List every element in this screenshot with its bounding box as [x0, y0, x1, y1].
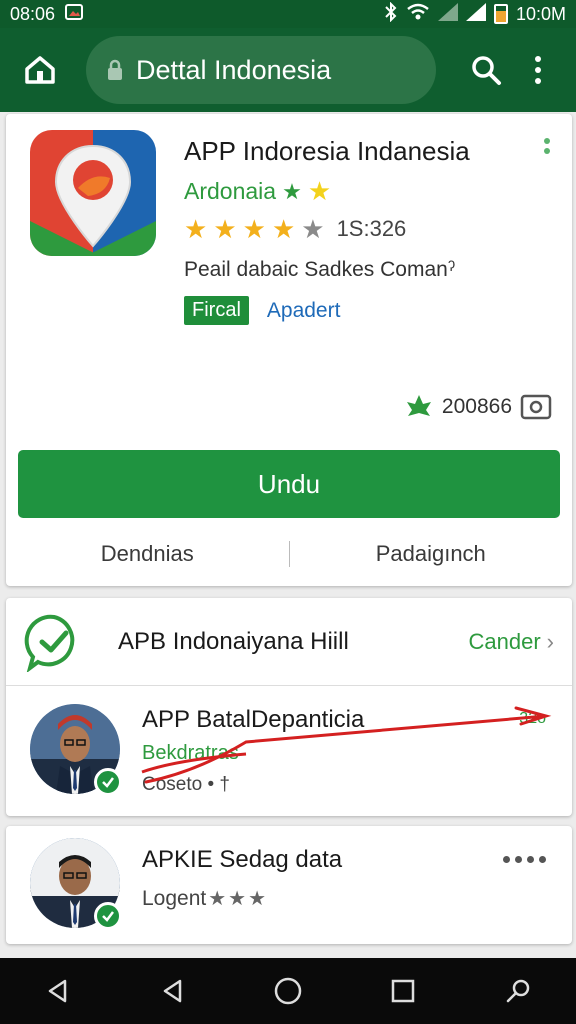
list-header-cta-label: Cander: [468, 628, 541, 654]
home-icon: [25, 56, 55, 84]
star-icon: ★: [242, 214, 266, 244]
related-list-card: APB Indonaiyana Hiill Cander › APP Batal…: [6, 598, 572, 816]
back-icon: [163, 979, 182, 1003]
verified-check-icon: [94, 902, 122, 930]
developer-link[interactable]: Ardonaia ★ ★: [184, 176, 331, 207]
lock-icon: [108, 59, 122, 80]
list-item-title[interactable]: APKIE Sedag data: [142, 846, 342, 874]
app-bar: Dettal Indonesia: [0, 28, 576, 112]
star-icon: ★: [208, 888, 227, 910]
recents-icon: [391, 979, 415, 1003]
downloads-count: 200866: [441, 395, 512, 418]
battery-icon: [493, 4, 508, 24]
list-item-subtitle: Logent ★ ★ ★: [142, 886, 266, 912]
avatar[interactable]: [30, 838, 122, 930]
more-vert-icon[interactable]: [528, 50, 548, 90]
verified-star-icon: ★: [282, 178, 302, 204]
search-icon: [472, 56, 501, 85]
verified-check-icon: [94, 768, 122, 796]
list-item-subtitle-text: Logent: [142, 887, 207, 910]
star-icon: ★: [271, 214, 296, 244]
list-header-row[interactable]: APB Indonaiyana Hiill Cander ›: [6, 598, 572, 686]
back-button[interactable]: [38, 971, 78, 1011]
search-icon: [507, 979, 530, 1003]
status-bar: 08:06 10:0M: [0, 0, 576, 28]
url-text: Dettal Indonesia: [136, 54, 332, 85]
signal-icon: [465, 2, 486, 26]
back-icon: [48, 979, 66, 1003]
home-circle-icon: [274, 977, 302, 1005]
downloads-stat: 200866: [404, 392, 552, 422]
chat-check-icon: [24, 614, 75, 672]
list-item-card: APKIE Sedag data Logent ★ ★ ★: [6, 826, 572, 944]
bluetooth-icon: [384, 1, 398, 27]
star-icon: ★: [228, 888, 247, 910]
list-item-meta: Coseto • †: [142, 774, 230, 795]
app-link[interactable]: Apadert: [267, 299, 341, 323]
rating-count: 1S:326: [336, 216, 407, 241]
app-title: APP Indoresia Indanesia: [184, 136, 470, 166]
card-more-icon[interactable]: [544, 138, 550, 154]
developer-name: Ardonaia: [184, 178, 277, 204]
list-item-corner: 32o: [519, 710, 546, 727]
list-item-title[interactable]: APP BatalDepanticia: [142, 706, 364, 734]
star-icon: ★: [301, 214, 325, 244]
rating-row: ★ ★ ★ ★ ★ 1S:326: [184, 216, 406, 242]
star-icon: ★: [184, 214, 208, 244]
badge-row: Fircal Apadert: [184, 296, 340, 325]
map-pin-icon: [54, 144, 132, 248]
search-button[interactable]: [466, 50, 506, 90]
gallery-icon: [65, 3, 84, 26]
screen-icon[interactable]: [520, 393, 552, 421]
url-bar[interactable]: Dettal Indonesia: [86, 36, 436, 104]
star-icon: ★: [248, 888, 267, 910]
assist-search-button[interactable]: [498, 971, 538, 1011]
status-time: 08:06: [10, 3, 56, 24]
home-button[interactable]: [18, 48, 62, 92]
status-clock: 10:0M: [515, 3, 566, 24]
star-icon: ★: [213, 214, 237, 244]
action-row: Dendnias Padaigınch: [6, 534, 572, 574]
home-nav-button[interactable]: [268, 971, 308, 1011]
more-horiz-icon[interactable]: [503, 856, 546, 863]
back-button-2[interactable]: [153, 971, 193, 1011]
leaf-icon: [406, 395, 431, 416]
app-icon[interactable]: [30, 130, 156, 256]
star-icon: ★: [307, 176, 332, 206]
avatar[interactable]: [30, 704, 122, 796]
chevron-right-icon: ›: [546, 628, 554, 654]
list-item-subtitle: Bekdratras: [142, 742, 239, 764]
app-description: Peail dabaic Sadkes Comanˀ: [184, 258, 456, 281]
list-header-title: APB Indonaiyana Hiill: [118, 627, 349, 655]
system-nav-bar: [0, 958, 576, 1024]
list-header-cta[interactable]: Cander ›: [469, 629, 554, 655]
install-button[interactable]: Undu: [18, 450, 560, 518]
action-left[interactable]: Dendnias: [6, 541, 289, 567]
recents-button[interactable]: [383, 971, 423, 1011]
app-detail-card: APP Indoresia Indanesia Ardonaia ★ ★ ★ ★…: [6, 114, 572, 586]
signal-icon: [437, 2, 458, 26]
category-badge[interactable]: Fircal: [184, 296, 249, 325]
action-right[interactable]: Padaigınch: [290, 541, 573, 567]
wifi-icon: [406, 3, 430, 26]
